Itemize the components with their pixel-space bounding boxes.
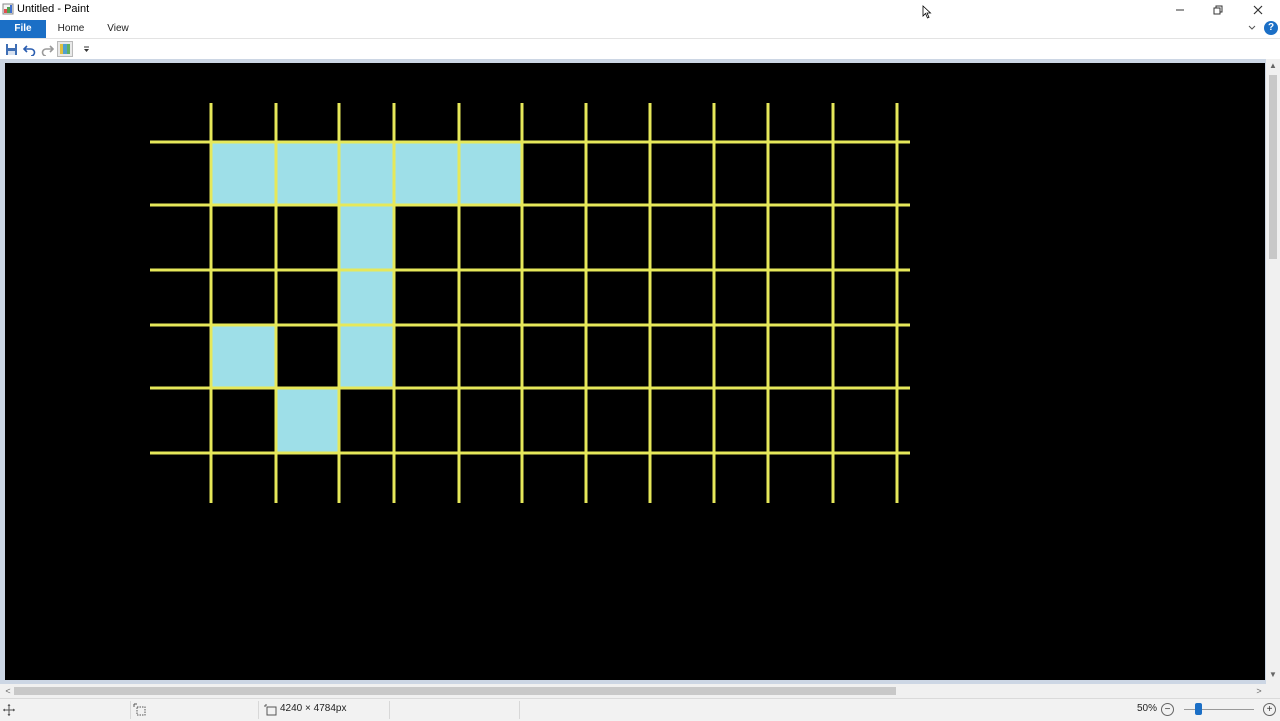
close-button[interactable]: [1238, 0, 1278, 20]
scroll-up-arrow-icon[interactable]: ▲: [1266, 61, 1280, 73]
zoom-slider-thumb[interactable]: [1195, 703, 1202, 715]
expand-ribbon-chevron-icon[interactable]: [1246, 22, 1258, 34]
cursor-position-icon: [3, 704, 15, 716]
redo-icon: [41, 44, 54, 56]
selection-size-icon: [133, 703, 146, 716]
ribbon-tab-bar: File Home View: [0, 20, 1280, 39]
scroll-left-arrow-icon[interactable]: <: [2, 684, 14, 698]
tab-home[interactable]: Home: [52, 20, 90, 38]
zoom-out-button[interactable]: −: [1161, 703, 1174, 716]
image-size-text: 4240 × 4784px: [280, 703, 347, 714]
restore-button[interactable]: [1198, 0, 1238, 20]
filled-cell: [339, 142, 394, 205]
vertical-scroll-thumb[interactable]: [1269, 75, 1277, 259]
filled-cell: [339, 325, 394, 388]
paint-3d-button[interactable]: [57, 41, 73, 57]
filled-cell: [459, 142, 522, 205]
status-bar: 4240 × 4784px 50% − +: [0, 698, 1280, 721]
mouse-cursor-icon: [922, 5, 932, 19]
filled-cell: [211, 325, 276, 388]
title-bar: Untitled - Paint: [0, 0, 1280, 20]
status-divider: [130, 701, 131, 719]
window-title: Untitled - Paint: [17, 3, 90, 15]
filled-cell: [339, 270, 394, 325]
help-icon[interactable]: ?: [1264, 21, 1278, 35]
scroll-right-arrow-icon[interactable]: >: [1253, 684, 1265, 698]
horizontal-scrollbar[interactable]: < >: [0, 684, 1280, 698]
tab-file[interactable]: File: [0, 20, 46, 38]
grid-drawing: [150, 103, 910, 503]
status-divider: [519, 701, 520, 719]
image-size-icon: [264, 704, 277, 716]
filled-cell: [339, 205, 394, 270]
restore-icon: [1213, 5, 1223, 15]
save-icon: [5, 43, 17, 55]
close-icon: [1253, 5, 1263, 15]
filled-cell: [394, 142, 459, 205]
customize-quick-access-button[interactable]: [78, 41, 94, 57]
undo-button[interactable]: [21, 41, 37, 57]
filled-cell: [276, 388, 339, 453]
paint-icon: [60, 44, 70, 54]
minimize-button[interactable]: [1160, 0, 1200, 20]
customize-icon: [83, 46, 89, 52]
filled-cell: [211, 142, 276, 205]
status-divider: [258, 701, 259, 719]
quick-access-toolbar: [0, 39, 1280, 59]
redo-button[interactable]: [39, 41, 55, 57]
paint-app-icon[interactable]: [2, 3, 14, 15]
tab-view[interactable]: View: [100, 20, 136, 38]
filled-cell: [276, 142, 339, 205]
zoom-level-text: 50%: [1137, 703, 1158, 714]
drawing-canvas[interactable]: [5, 63, 1265, 680]
status-divider: [389, 701, 390, 719]
save-button[interactable]: [3, 41, 19, 57]
vertical-scrollbar[interactable]: ▲ ▼: [1266, 59, 1280, 684]
zoom-in-button[interactable]: +: [1263, 703, 1276, 716]
workspace: ▲ ▼: [0, 59, 1280, 684]
horizontal-scroll-thumb[interactable]: [14, 687, 896, 695]
minimize-icon: [1176, 9, 1184, 11]
undo-icon: [22, 44, 35, 56]
scroll-down-arrow-icon[interactable]: ▼: [1266, 670, 1280, 682]
